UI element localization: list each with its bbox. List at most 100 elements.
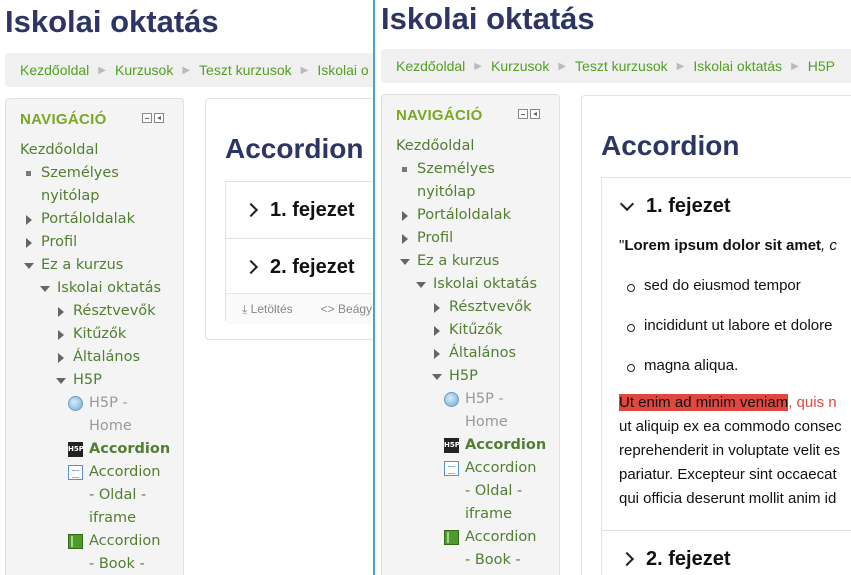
nav-item-accordion-book[interactable]: Accordion - Book - iframe <box>6 530 183 575</box>
accordion-header-chapter-2[interactable]: 2. fejezet <box>226 239 380 295</box>
expand-arrow-icon[interactable] <box>58 353 64 363</box>
nav-item-personal-home[interactable]: Személyes nyitólap <box>382 158 559 204</box>
nav-item-label[interactable]: Általános <box>449 345 516 361</box>
nav-item-badges[interactable]: Kitűzők <box>382 319 559 342</box>
accordion-header-label[interactable]: 2. fejezet <box>270 256 354 279</box>
accordion-header-chapter-1[interactable]: 1. fejezet <box>226 182 380 238</box>
embed-button[interactable]: <> Beágy <box>321 302 380 316</box>
nav-item-this-course[interactable]: Ez a kurzus <box>6 254 183 277</box>
accordion-header-label[interactable]: 1. fejezet <box>270 199 354 222</box>
nav-item-participants[interactable]: Résztvevők <box>6 300 183 323</box>
expand-arrow-icon[interactable] <box>58 307 64 317</box>
nav-item-label[interactable]: Profil <box>41 234 77 250</box>
nav-item-label[interactable]: H5P - <box>465 388 559 411</box>
nav-item-accordion-page[interactable]: Accordion - Oldal - iframe <box>6 461 183 530</box>
nav-item-this-course[interactable]: Ez a kurzus <box>382 250 559 273</box>
nav-item-label[interactable]: Accordion <box>465 457 559 480</box>
nav-item-badges[interactable]: Kitűzők <box>6 323 183 346</box>
nav-item-h5p[interactable]: H5P <box>382 365 559 388</box>
nav-item-label[interactable]: H5P <box>449 368 478 384</box>
nav-item-label[interactable]: Accordion <box>465 526 559 549</box>
expand-arrow-icon[interactable] <box>26 238 32 248</box>
nav-item-accordion[interactable]: H5P Accordion <box>6 438 183 461</box>
nav-item-label[interactable]: Accordion <box>89 530 183 553</box>
collapse-arrow-icon[interactable] <box>432 374 442 380</box>
breadcrumb-test-courses[interactable]: Teszt kurzusok <box>199 62 292 78</box>
nav-item-h5p-home[interactable]: H5P - Home <box>382 388 559 434</box>
download-button[interactable]: ⤓ Letöltés <box>242 302 307 317</box>
nav-item-site-pages[interactable]: Portáloldalak <box>382 204 559 227</box>
expand-arrow-icon[interactable] <box>434 326 440 336</box>
breadcrumb-course[interactable]: Iskolai oktatás <box>693 58 782 74</box>
accordion-header-chapter-2[interactable]: 2. fejezet <box>602 531 851 575</box>
breadcrumb-course[interactable]: Iskolai o <box>317 62 368 78</box>
expand-arrow-icon[interactable] <box>402 211 408 221</box>
nav-item-home[interactable]: Kezdőoldal <box>382 135 559 158</box>
breadcrumb-test-courses[interactable]: Teszt kurzusok <box>575 58 668 74</box>
dock-block-icon[interactable] <box>530 109 540 119</box>
nav-item-accordion-page[interactable]: Accordion - Oldal - iframe <box>382 457 559 526</box>
nav-item-label[interactable]: Személyes <box>41 162 183 185</box>
nav-item-label[interactable]: iframe <box>89 507 183 530</box>
expand-arrow-icon[interactable] <box>434 303 440 313</box>
nav-item-profile[interactable]: Profil <box>6 231 183 254</box>
nav-item-profile[interactable]: Profil <box>382 227 559 250</box>
nav-item-general[interactable]: Általános <box>6 346 183 369</box>
nav-item-label[interactable]: Home <box>465 411 559 434</box>
nav-item-label[interactable]: - Book - <box>465 549 559 572</box>
nav-item-label[interactable]: Profil <box>417 230 453 246</box>
nav-item-site-pages[interactable]: Portáloldalak <box>6 208 183 231</box>
nav-item-label[interactable]: Résztvevők <box>73 303 156 319</box>
nav-item-accordion[interactable]: H5P Accordion <box>382 434 559 457</box>
nav-item-label[interactable]: Kezdőoldal <box>20 142 98 158</box>
nav-item-h5p-home[interactable]: H5P - Home <box>6 392 183 438</box>
nav-item-label[interactable]: Ez a kurzus <box>41 257 123 273</box>
breadcrumb-h5p[interactable]: H5P <box>808 58 835 74</box>
collapse-arrow-icon[interactable] <box>400 259 410 265</box>
expand-arrow-icon[interactable] <box>58 330 64 340</box>
nav-item-label[interactable]: Kitűzők <box>73 326 126 342</box>
collapse-arrow-icon[interactable] <box>40 286 50 292</box>
nav-item-label[interactable]: Accordion <box>89 461 183 484</box>
collapse-block-icon[interactable] <box>142 113 152 123</box>
nav-item-label[interactable]: nyitólap <box>417 181 559 204</box>
nav-item-label[interactable]: Személyes <box>417 158 559 181</box>
collapse-arrow-icon[interactable] <box>416 282 426 288</box>
nav-item-course[interactable]: Iskolai oktatás <box>382 273 559 296</box>
nav-item-label[interactable]: - Oldal - <box>465 480 559 503</box>
nav-item-label[interactable]: Accordion <box>89 441 170 457</box>
nav-item-label[interactable]: Ez a kurzus <box>417 253 499 269</box>
nav-item-label[interactable]: Kezdőoldal <box>396 138 474 154</box>
nav-item-label[interactable]: Portáloldalak <box>41 211 135 227</box>
breadcrumb-home[interactable]: Kezdőoldal <box>20 62 89 78</box>
site-title[interactable]: Iskolai oktatás <box>381 1 595 37</box>
nav-item-general[interactable]: Általános <box>382 342 559 365</box>
nav-item-label[interactable]: H5P <box>73 372 102 388</box>
nav-item-label[interactable]: Iskolai oktatás <box>57 280 161 296</box>
nav-item-label[interactable]: nyitólap <box>41 185 183 208</box>
nav-item-course[interactable]: Iskolai oktatás <box>6 277 183 300</box>
collapse-block-icon[interactable] <box>518 109 528 119</box>
nav-item-accordion-book[interactable]: Accordion - Book - iframe <box>382 526 559 575</box>
nav-item-label[interactable]: Általános <box>73 349 140 365</box>
nav-item-label[interactable]: Kitűzők <box>449 322 502 338</box>
accordion-header-label[interactable]: 1. fejezet <box>646 195 730 218</box>
nav-item-label[interactable]: Portáloldalak <box>417 207 511 223</box>
expand-arrow-icon[interactable] <box>402 234 408 244</box>
collapse-arrow-icon[interactable] <box>56 378 66 384</box>
nav-item-label[interactable]: H5P - <box>89 392 183 415</box>
nav-item-h5p[interactable]: H5P <box>6 369 183 392</box>
nav-item-label[interactable]: - Oldal - <box>89 484 183 507</box>
breadcrumb-courses[interactable]: Kurzusok <box>115 62 173 78</box>
accordion-header-label[interactable]: 2. fejezet <box>646 548 730 571</box>
nav-item-label[interactable]: Résztvevők <box>449 299 532 315</box>
embed-label[interactable]: Beágy <box>338 302 372 316</box>
accordion-header-chapter-1[interactable]: 1. fejezet <box>602 178 851 234</box>
breadcrumb-home[interactable]: Kezdőoldal <box>396 58 465 74</box>
nav-item-personal-home[interactable]: Személyes nyitólap <box>6 162 183 208</box>
site-title[interactable]: Iskolai oktatás <box>5 4 219 40</box>
nav-item-label[interactable]: Home <box>89 415 183 438</box>
nav-item-label[interactable]: - Book - <box>89 553 183 575</box>
nav-item-label[interactable]: iframe <box>465 503 559 526</box>
nav-item-home[interactable]: Kezdőoldal <box>6 139 183 162</box>
